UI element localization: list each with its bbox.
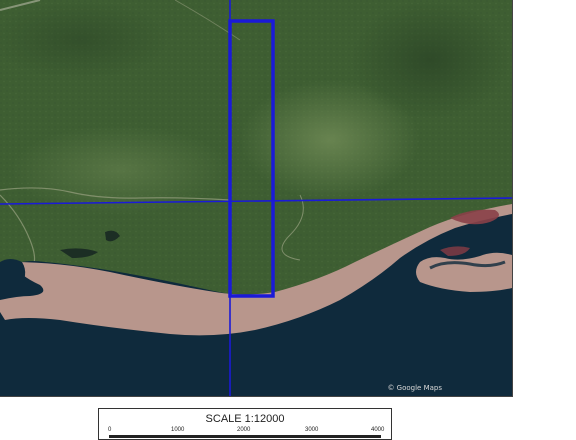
map-canvas	[0, 0, 512, 396]
scale-tick-label: 0	[108, 427, 112, 433]
imagery-credit: © Google Maps	[387, 384, 442, 392]
scale-tick-label: 1000	[171, 427, 185, 433]
scale-legend: SCALE 1:12000 0 1000 2000 3000 4000	[98, 408, 392, 440]
scale-bar	[109, 435, 381, 438]
aerial-map[interactable]: © Google Maps	[0, 0, 513, 397]
scale-title: SCALE 1:12000	[205, 413, 285, 425]
scale-tick-label: 2000	[237, 427, 251, 433]
scale-tick-label: 4000	[371, 427, 385, 433]
scale-tick-label: 3000	[305, 427, 319, 433]
